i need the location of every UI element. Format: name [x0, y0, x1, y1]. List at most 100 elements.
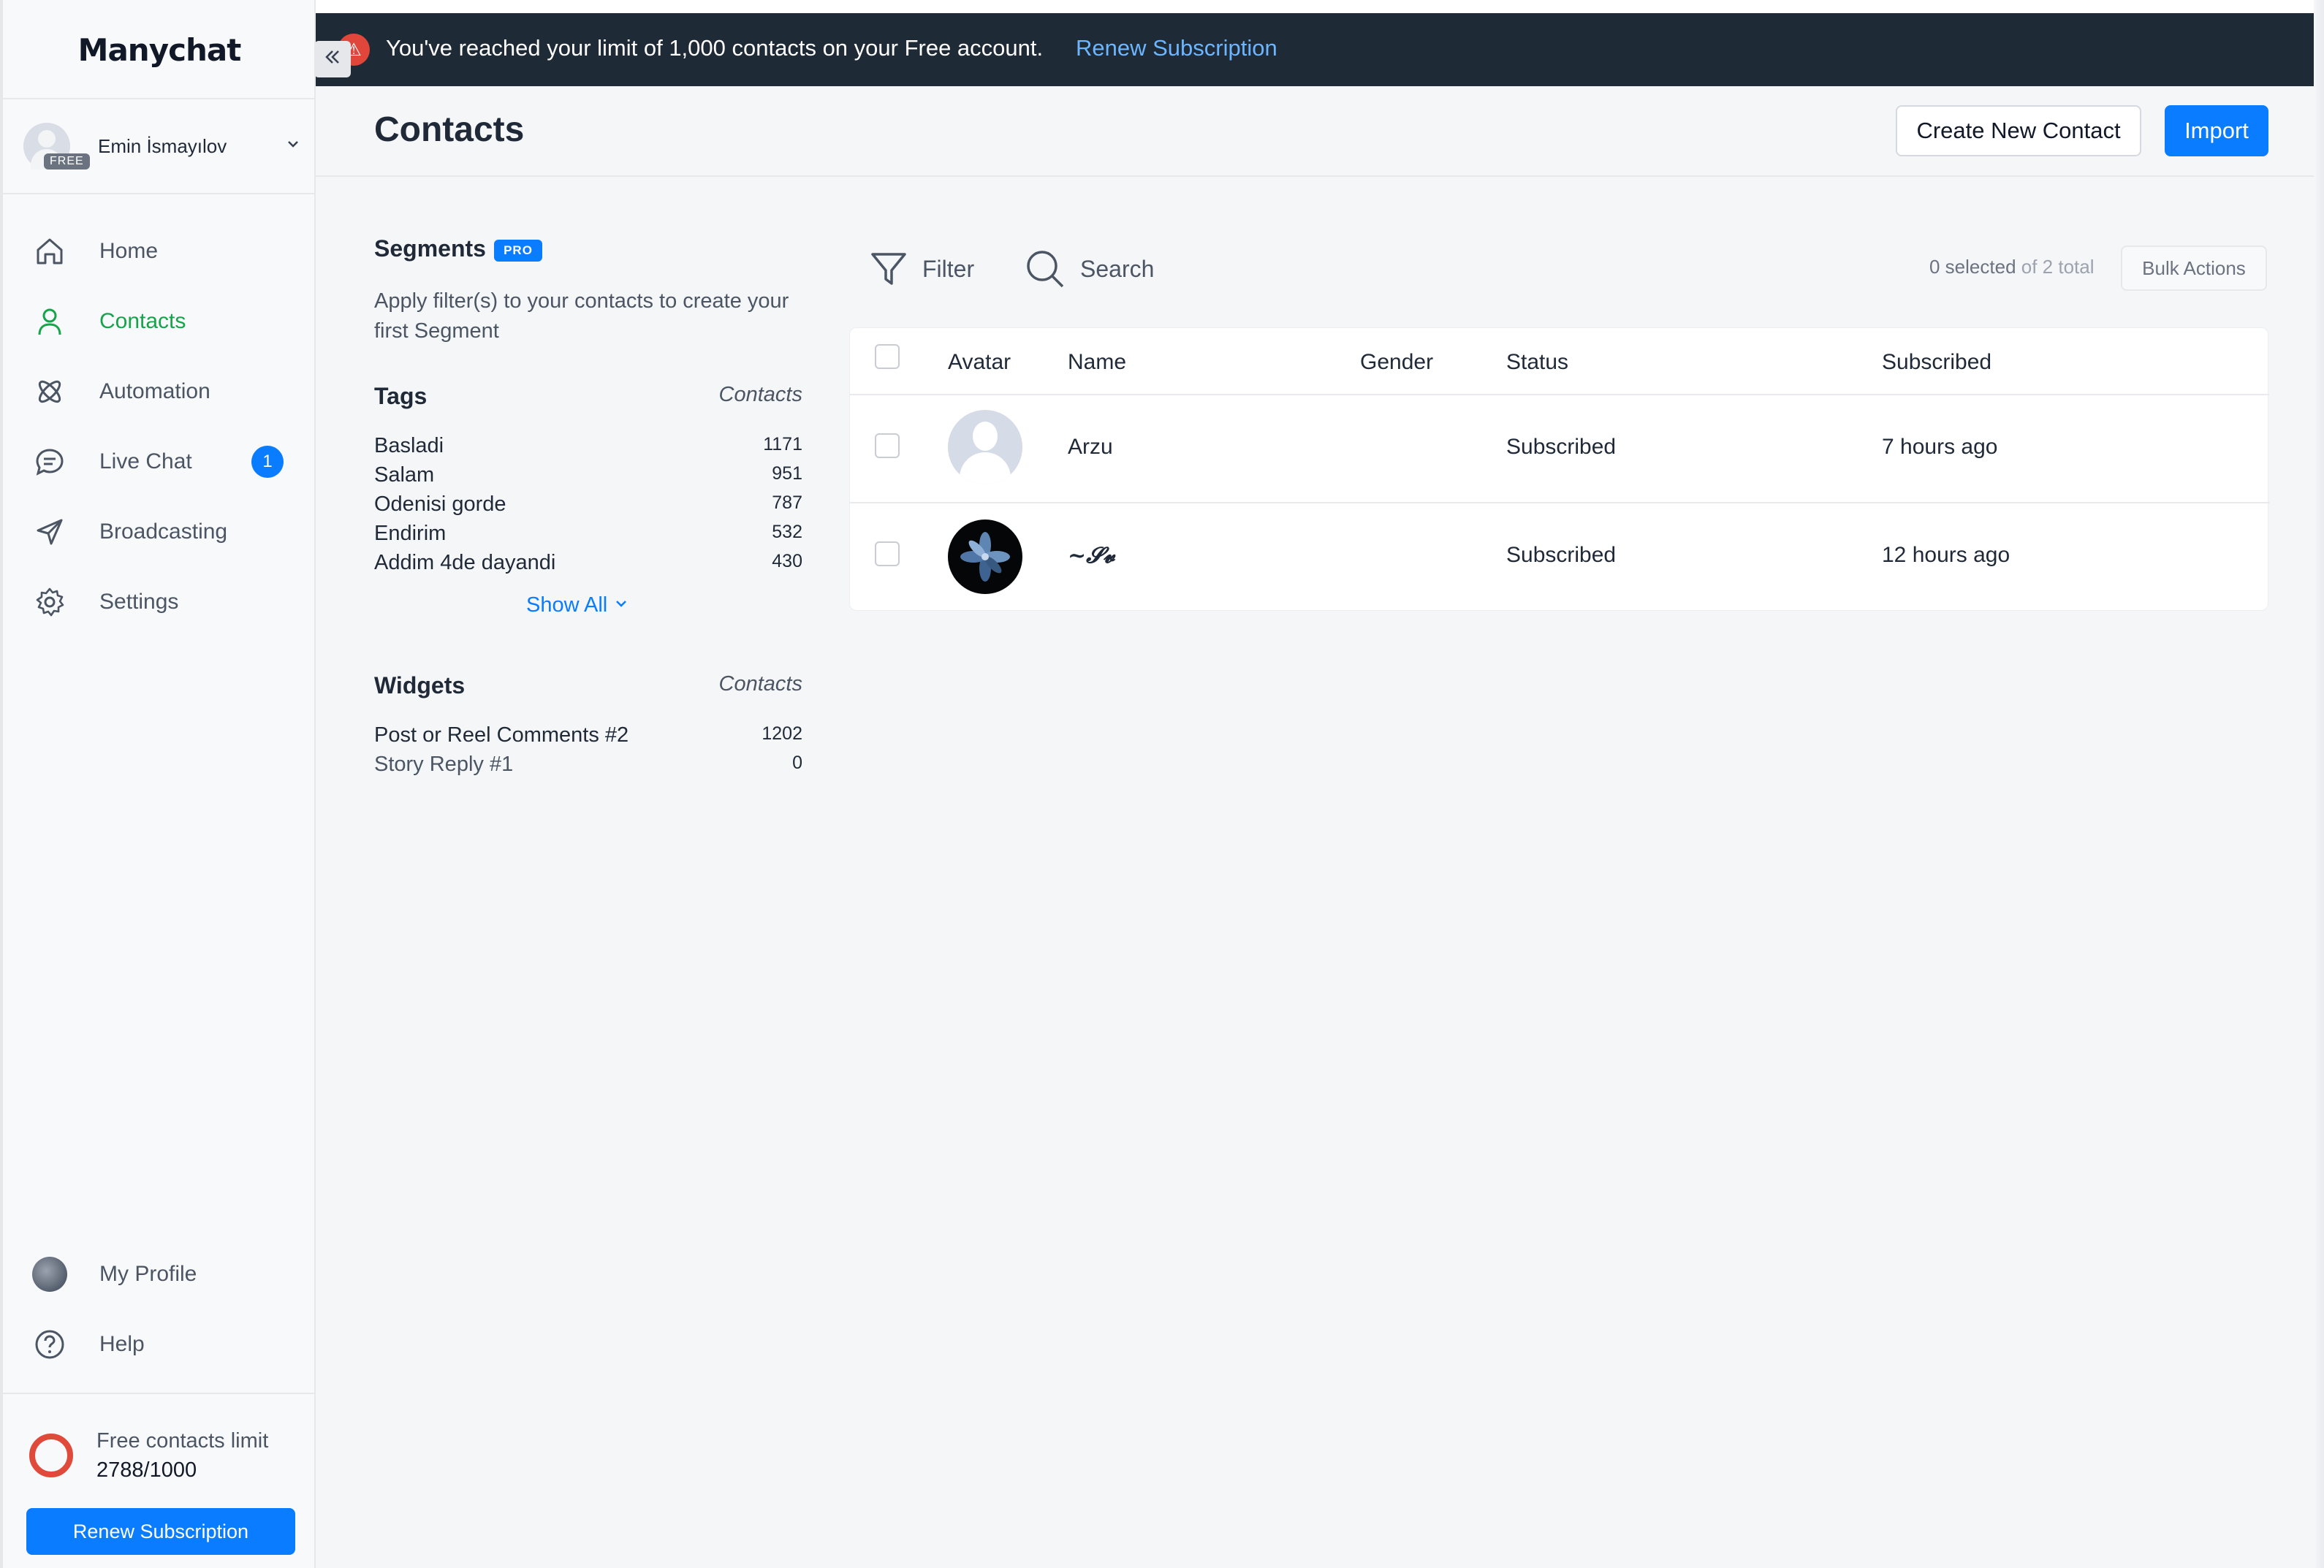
unread-count-badge: 1 [251, 446, 284, 478]
filter-icon [871, 253, 906, 285]
contact-avatar[interactable] [948, 520, 1022, 594]
search-label: Search [1080, 255, 1155, 282]
collapse-sidebar-button[interactable] [314, 41, 351, 77]
contact-avatar[interactable] [948, 410, 1022, 484]
segments-title: Segments [374, 235, 486, 262]
nav-item-contacts[interactable]: Contacts [32, 300, 295, 343]
column-header-avatar: Avatar [948, 350, 1011, 374]
tag-item[interactable]: Odenisi gorde 787 [374, 492, 802, 522]
header-divider [316, 175, 2324, 177]
nav-label: Automation [99, 379, 210, 403]
show-all-label: Show All [526, 593, 608, 617]
gear-icon [32, 585, 67, 620]
tag-count: 787 [772, 492, 802, 513]
page-title: Contacts [374, 110, 525, 149]
filter-label: Filter [922, 255, 975, 282]
chevron-down-icon [613, 593, 629, 617]
bulk-actions-button[interactable]: Bulk Actions [2121, 246, 2267, 291]
nav-item-settings[interactable]: Settings [32, 580, 295, 624]
nav-label: Home [99, 239, 159, 263]
widgets-column-label: Contacts [718, 672, 802, 696]
create-new-contact-button[interactable]: Create New Contact [1896, 105, 2141, 156]
widget-count: 0 [792, 753, 802, 773]
row-checkbox[interactable] [875, 433, 900, 458]
table-divider [850, 394, 2269, 395]
plan-badge: FREE [44, 153, 90, 170]
renew-subscription-button[interactable]: Renew Subscription [26, 1508, 295, 1555]
limit-progress-ring [29, 1434, 73, 1477]
chat-icon [32, 444, 67, 479]
widgets-title: Widgets [374, 672, 466, 699]
tag-name: Addim 4de dayandi [374, 551, 556, 574]
profile-avatar [32, 1257, 67, 1292]
tag-count: 1171 [763, 434, 802, 454]
nav-item-my-profile[interactable]: My Profile [32, 1252, 295, 1296]
nav-item-automation[interactable]: Automation [32, 370, 295, 414]
banner-text: You've reached your limit of 1,000 conta… [386, 35, 1044, 61]
filter-button[interactable]: Filter [870, 248, 974, 289]
show-all-tags-button[interactable]: Show All [526, 593, 629, 617]
nav-label: Settings [99, 590, 179, 614]
selected-count: 0 selected [1929, 256, 2016, 278]
column-header-subscribed[interactable]: Subscribed [1882, 350, 1991, 375]
tags-column-label: Contacts [718, 383, 802, 406]
nav-label: Contacts [99, 309, 186, 333]
tag-name: Basladi [374, 434, 444, 457]
sidebar-divider [3, 98, 316, 99]
search-icon [1027, 251, 1064, 288]
sidebar: Manychat FREE Emin İsmayılov Home Contac… [3, 0, 316, 1568]
contact-status: Subscribed [1506, 435, 1617, 459]
tag-count: 430 [772, 551, 802, 571]
widget-item[interactable]: Story Reply #1 0 [374, 753, 802, 782]
widget-name: Story Reply #1 [374, 753, 514, 776]
nav-item-home[interactable]: Home [32, 229, 295, 273]
widget-name: Post or Reel Comments #2 [374, 723, 629, 747]
flower-image [960, 532, 1010, 582]
table-divider [850, 502, 2269, 503]
help-icon [32, 1327, 67, 1362]
nav-item-live-chat[interactable]: Live Chat 1 [32, 440, 295, 484]
account-name: Emin İsmayılov [98, 134, 227, 157]
column-header-name[interactable]: Name [1068, 350, 1126, 375]
window-right-edge [2314, 0, 2324, 1568]
nav-item-broadcasting[interactable]: Broadcasting [32, 510, 295, 554]
tag-item[interactable]: Basladi 1171 [374, 434, 802, 463]
nav-label: My Profile [99, 1262, 197, 1286]
tag-count: 532 [772, 522, 802, 542]
app-logo[interactable]: Manychat [3, 32, 316, 68]
contact-subscribed: 12 hours ago [1882, 543, 2010, 567]
tags-title: Tags [374, 383, 428, 409]
contacts-table: Avatar Name Gender Status Subscribed Arz… [849, 327, 2269, 611]
column-header-status[interactable]: Status [1506, 350, 1568, 375]
tag-name: Odenisi gorde [374, 492, 506, 516]
double-chevron-left-icon [322, 45, 343, 74]
contact-name[interactable]: Arzu [1068, 435, 1113, 460]
select-all-checkbox[interactable] [875, 344, 900, 369]
account-avatar: FREE [23, 123, 90, 170]
banner-renew-link[interactable]: Renew Subscription [1076, 35, 1277, 61]
home-icon [32, 234, 67, 269]
limit-value: 2788/1000 [96, 1458, 197, 1482]
contact-name[interactable]: ~𝓢𝓿 [1068, 543, 1115, 568]
widget-count: 1202 [762, 723, 802, 744]
contacts-limit: Free contacts limit 2788/1000 [29, 1426, 268, 1485]
send-icon [32, 514, 67, 549]
tag-item[interactable]: Endirim 532 [374, 522, 802, 551]
search-button[interactable]: Search [1025, 248, 1154, 289]
tag-item[interactable]: Addim 4de dayandi 430 [374, 551, 802, 580]
user-icon [32, 304, 67, 339]
chevron-down-icon [285, 136, 301, 156]
row-checkbox[interactable] [875, 541, 900, 566]
column-header-gender[interactable]: Gender [1360, 350, 1433, 375]
sidebar-divider [3, 1393, 316, 1394]
tag-name: Endirim [374, 522, 447, 545]
account-switcher[interactable]: FREE Emin İsmayılov [23, 123, 301, 170]
widget-item[interactable]: Post or Reel Comments #2 1202 [374, 723, 802, 753]
tag-item[interactable]: Salam 951 [374, 463, 802, 492]
nav-item-help[interactable]: Help [32, 1322, 295, 1366]
limit-label: Free contacts limit [96, 1429, 269, 1453]
import-button[interactable]: Import [2165, 105, 2268, 156]
automation-icon [32, 374, 67, 409]
selection-summary: 0 selected of 2 total [1929, 256, 2095, 278]
pro-badge: PRO [494, 240, 542, 262]
